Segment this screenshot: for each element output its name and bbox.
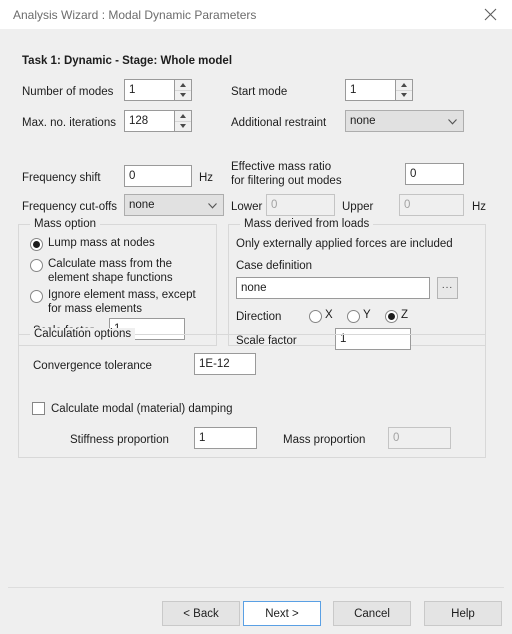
convergence-tolerance-input[interactable]: 1E-12 [194,353,256,375]
close-button[interactable] [468,0,512,29]
spin-up-icon[interactable] [175,111,191,122]
stiffness-proportion-input[interactable]: 1 [194,427,257,449]
additional-restraint-select[interactable]: none [345,110,464,132]
mass-proportion-label: Mass proportion [283,434,366,446]
radio-icon [30,290,43,303]
lower-input[interactable]: 0 [266,194,335,216]
radio-label: Calculate mass from the element shape fu… [48,258,173,284]
upper-unit: Hz [472,201,487,213]
radio-label: Y [363,309,371,321]
footer-separator [8,587,504,588]
start-mode-spin-buttons[interactable] [395,79,413,101]
frequency-cutoffs-value: none [129,199,155,211]
case-definition-browse-button[interactable]: ... [437,277,458,299]
spin-down-icon[interactable] [175,122,191,132]
radio-lump-mass-at-nodes[interactable]: Lump mass at nodes [30,237,210,251]
radio-label: Ignore element mass, except for mass ele… [48,289,196,315]
radio-icon [309,310,322,323]
frequency-cutoffs-label: Frequency cut-offs [22,201,118,213]
radio-calculate-mass-from-shape-functions[interactable]: Calculate mass from the element shape fu… [30,258,210,285]
checkbox-label: Calculate modal (material) damping [51,402,233,415]
radio-icon [385,310,398,323]
mass-option-group-title: Mass option [30,218,101,230]
number-of-modes-spin-buttons[interactable] [174,79,192,101]
frequency-shift-label: Frequency shift [22,172,101,184]
max-iterations-stepper[interactable]: 128 [124,110,192,132]
radio-icon [30,259,43,272]
chevron-down-icon [208,203,217,209]
spin-up-icon[interactable] [175,80,191,91]
additional-restraint-value: none [350,115,376,127]
frequency-shift-input[interactable]: 0 [124,165,192,187]
additional-restraint-label: Additional restraint [231,117,327,129]
spin-up-icon[interactable] [396,80,412,91]
upper-label: Upper [342,201,374,213]
mass-proportion-input[interactable]: 0 [388,427,451,449]
task-stage-label: Task 1: Dynamic - Stage: Whole model [22,55,233,67]
dialog-body: Task 1: Dynamic - Stage: Whole model Num… [0,29,512,634]
spin-down-icon[interactable] [396,91,412,101]
cancel-button[interactable]: Cancel [333,601,411,626]
mass-derived-from-loads-group-title: Mass derived from loads [240,218,374,230]
radio-icon [30,238,43,251]
lower-label: Lower [231,201,263,213]
direction-label: Direction [236,311,282,323]
max-iterations-label: Max. no. iterations [22,117,116,129]
start-mode-stepper[interactable]: 1 [345,79,413,101]
calculate-modal-damping-checkbox[interactable]: Calculate modal (material) damping [32,402,233,415]
radio-label: Z [401,309,409,321]
number-of-modes-label: Number of modes [22,86,114,98]
close-icon [484,8,497,21]
window-title: Analysis Wizard : Modal Dynamic Paramete… [13,8,257,22]
frequency-cutoffs-select[interactable]: none [124,194,224,216]
spin-down-icon[interactable] [175,91,191,101]
frequency-shift-unit: Hz [199,172,214,184]
radio-icon [347,310,360,323]
next-button[interactable]: Next > [243,601,321,626]
case-definition-input[interactable]: none [236,277,430,299]
case-definition-label: Case definition [236,260,313,272]
mass-derived-from-loads-group: Mass derived from loads Only externally … [228,218,486,350]
calculation-options-group: Calculation options Convergence toleranc… [18,328,486,458]
title-bar: Analysis Wizard : Modal Dynamic Paramete… [0,0,512,30]
radio-ignore-element-mass[interactable]: Ignore element mass, except for mass ele… [30,289,210,316]
back-button[interactable]: < Back [162,601,240,626]
number-of-modes-stepper[interactable]: 1 [124,79,192,101]
chevron-down-icon [448,119,457,125]
radio-label: Lump mass at nodes [48,237,155,249]
calculation-options-group-title: Calculation options [30,328,136,340]
effective-mass-ratio-input[interactable]: 0 [405,163,464,185]
radio-label: X [325,309,333,321]
help-button[interactable]: Help [424,601,502,626]
stiffness-proportion-label: Stiffness proportion [70,434,169,446]
radio-direction-z[interactable]: Z [385,309,408,323]
convergence-tolerance-label: Convergence tolerance [33,360,152,372]
effective-mass-ratio-label: Effective mass ratio for filtering out m… [231,161,342,187]
radio-direction-x[interactable]: X [309,309,333,323]
external-forces-note: Only externally applied forces are inclu… [236,238,453,250]
start-mode-label: Start mode [231,86,288,98]
checkbox-icon [32,402,45,415]
max-iterations-spin-buttons[interactable] [174,110,192,132]
upper-input[interactable]: 0 [399,194,464,216]
radio-direction-y[interactable]: Y [347,309,371,323]
